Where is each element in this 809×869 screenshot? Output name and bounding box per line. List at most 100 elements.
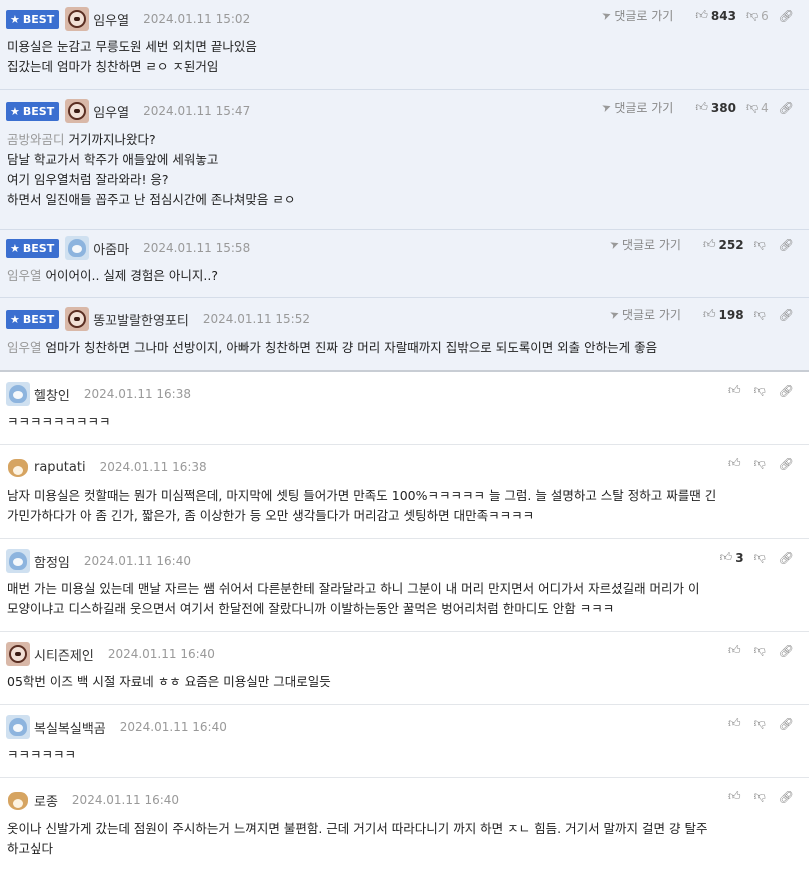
comment-line: 집갔는데 엄마가 칭찬하면 ㄹㅇ ㅈ된거임 (7, 59, 219, 74)
reply-arrow-icon: ➤ (607, 236, 621, 253)
comment-date: 2024.01.11 16:38 (99, 460, 207, 474)
best-comment: ★ BEST 임우열 2024.01.11 15:47 ➤ 댓글로 가기 👍︎ 380… (0, 90, 809, 230)
upvote-button[interactable]: 👍︎ 252 (703, 237, 744, 252)
comment-line: 거기까지나왔다? (68, 132, 156, 147)
thumbs-up-icon: 👍︎ (702, 237, 716, 251)
downvote-button[interactable]: 👎︎ (754, 307, 769, 322)
comment-line: ㅋㅋㅋㅋㅋㅋ (7, 747, 77, 762)
best-badge: ★ BEST (6, 238, 60, 258)
avatar[interactable] (65, 99, 90, 123)
nickname[interactable]: 로종 (34, 791, 58, 810)
avatar[interactable] (6, 642, 30, 666)
comment-date: 2024.01.11 15:52 (202, 312, 310, 326)
link-icon: 🔗︎ (778, 643, 794, 658)
nickname[interactable]: 임우열 (93, 10, 129, 29)
link-icon: 🔗︎ (778, 789, 794, 804)
share-button[interactable]: 🔗︎ (779, 101, 797, 115)
upvote-button[interactable]: 👍︎ 843 (695, 8, 736, 23)
link-icon: 🔗︎ (778, 100, 794, 115)
downvote-button[interactable]: 👎︎ (754, 237, 769, 252)
upvote-button[interactable]: 👍︎ 380 (695, 100, 736, 115)
comment-date: 2024.01.11 16:38 (83, 387, 191, 401)
avatar[interactable] (65, 307, 90, 331)
share-button[interactable]: 🔗︎ (779, 9, 797, 23)
downvote-button[interactable]: 👎︎ (754, 643, 769, 658)
upvote-button[interactable]: 👍︎ (728, 789, 744, 804)
avatar[interactable] (6, 549, 30, 573)
upvote-button[interactable]: 👍︎ (728, 383, 744, 398)
reply-link[interactable]: ➤ 댓글로 가기 (600, 7, 673, 24)
share-button[interactable]: 🔗︎ (779, 238, 797, 252)
nickname[interactable]: 복실복실백곰 (34, 718, 106, 737)
thumbs-up-icon: 👍︎ (728, 789, 741, 803)
star-icon: ★ (10, 312, 20, 326)
thumbs-down-icon: 👎︎ (753, 550, 766, 564)
comment-line: 엄마가 칭찬하면 그나마 선방이지, 아빠가 칭찬하면 진짜 걍 머리 자랄때까… (45, 340, 658, 355)
thumbs-up-icon: 👍︎ (702, 307, 716, 321)
reply-arrow-icon: ➤ (600, 7, 614, 24)
comment-line: 남자 미용실은 컷할때는 뭔가 미심쩍은데, 마지막에 셋팅 들어가면 만족도 … (7, 488, 717, 503)
share-button[interactable]: 🔗︎ (779, 308, 797, 322)
downvote-button[interactable]: 👎︎ (754, 789, 769, 804)
downvote-button[interactable]: 👎︎ (754, 716, 769, 731)
share-button[interactable]: 🔗︎ (779, 457, 797, 471)
avatar[interactable] (65, 236, 90, 260)
share-button[interactable]: 🔗︎ (779, 790, 797, 804)
comment-date: 2024.01.11 16:40 (107, 647, 215, 661)
thumbs-down-icon: 👎︎ (753, 383, 766, 397)
upvote-button[interactable]: 👍︎ 3 (720, 550, 744, 565)
comment-line: 가민가하다가 아 좀 긴가, 짧은가, 좀 이상한가 등 오만 생각들다가 머리… (7, 508, 535, 523)
avatar[interactable] (6, 455, 30, 479)
link-icon: 🔗︎ (778, 8, 794, 23)
comment-date: 2024.01.11 15:47 (143, 104, 251, 118)
reply-link[interactable]: ➤ 댓글로 가기 (607, 236, 681, 253)
nickname[interactable]: 아줌마 (93, 239, 129, 258)
avatar[interactable] (65, 7, 90, 31)
reply-link[interactable]: ➤ 댓글로 가기 (607, 306, 681, 323)
avatar[interactable] (6, 788, 30, 812)
upvote-button[interactable]: 👍︎ (728, 456, 744, 471)
thumbs-down-icon: 👎︎ (753, 237, 766, 251)
upvote-button[interactable]: 👍︎ (728, 643, 744, 658)
nickname[interactable]: 헬창인 (34, 385, 70, 404)
thumbs-up-icon: 👍︎ (728, 643, 741, 657)
mention[interactable]: 임우열 (7, 268, 42, 283)
link-icon: 🔗︎ (778, 383, 794, 398)
reply-arrow-icon: ➤ (607, 306, 621, 323)
avatar[interactable] (6, 715, 30, 739)
share-button[interactable]: 🔗︎ (779, 384, 797, 398)
comment-line: 매번 가는 미용실 있는데 맨날 자르는 쌤 쉬어서 다른분한테 잘라달라고 하… (7, 581, 700, 596)
downvote-button[interactable]: 👎︎ (754, 456, 769, 471)
nickname[interactable]: 똥꼬발랄한영포티 (93, 310, 189, 329)
mention[interactable]: 곰방와곰디 (7, 132, 65, 147)
downvote-button[interactable]: 👎︎ 6 (746, 8, 769, 23)
share-button[interactable]: 🔗︎ (779, 551, 797, 565)
upvote-button[interactable]: 👍︎ 198 (703, 307, 744, 322)
comment-date: 2024.01.11 15:58 (143, 241, 251, 255)
star-icon: ★ (10, 12, 20, 26)
comment-line: 05학번 이즈 백 시절 자료네 ㅎㅎ 요즘은 미용실만 그대로일듯 (7, 674, 331, 689)
upvote-button[interactable]: 👍︎ (728, 716, 744, 731)
reply-link[interactable]: ➤ 댓글로 가기 (600, 99, 673, 116)
comment: 함정임 2024.01.11 16:40 👍︎ 3 👎︎ 🔗︎ 매번 가는 미용실… (0, 539, 809, 632)
downvote-button[interactable]: 👎︎ (754, 550, 769, 565)
link-icon: 🔗︎ (778, 550, 794, 565)
comment-line: 하면서 일진애들 꼽주고 난 점심시간에 존나쳐맞음 ㄹㅇ (7, 192, 296, 207)
downvote-button[interactable]: 👎︎ 4 (746, 100, 769, 115)
nickname[interactable]: 임우열 (93, 102, 129, 121)
downvote-button[interactable]: 👎︎ (754, 383, 769, 398)
nickname[interactable]: 시티즌제인 (34, 645, 94, 664)
comment-line: 하고싶다 (7, 841, 54, 856)
thumbs-down-icon: 👎︎ (745, 100, 759, 114)
star-icon: ★ (10, 241, 20, 255)
share-button[interactable]: 🔗︎ (779, 717, 797, 731)
thumbs-up-icon: 👍︎ (695, 100, 708, 114)
comment-line: 미용실은 눈감고 무릉도원 세번 외치면 끝나있음 (7, 39, 257, 54)
avatar[interactable] (6, 382, 30, 406)
comment: 헬창인 2024.01.11 16:38 👍︎ 👎︎ 🔗︎ ㅋㅋㅋㅋㅋㅋㅋㅋㅋ (0, 372, 809, 445)
nickname[interactable]: raputati (34, 460, 86, 475)
mention[interactable]: 임우열 (7, 340, 42, 355)
comment-date: 2024.01.11 16:40 (119, 720, 227, 734)
share-button[interactable]: 🔗︎ (779, 644, 797, 658)
nickname[interactable]: 함정임 (34, 552, 70, 571)
